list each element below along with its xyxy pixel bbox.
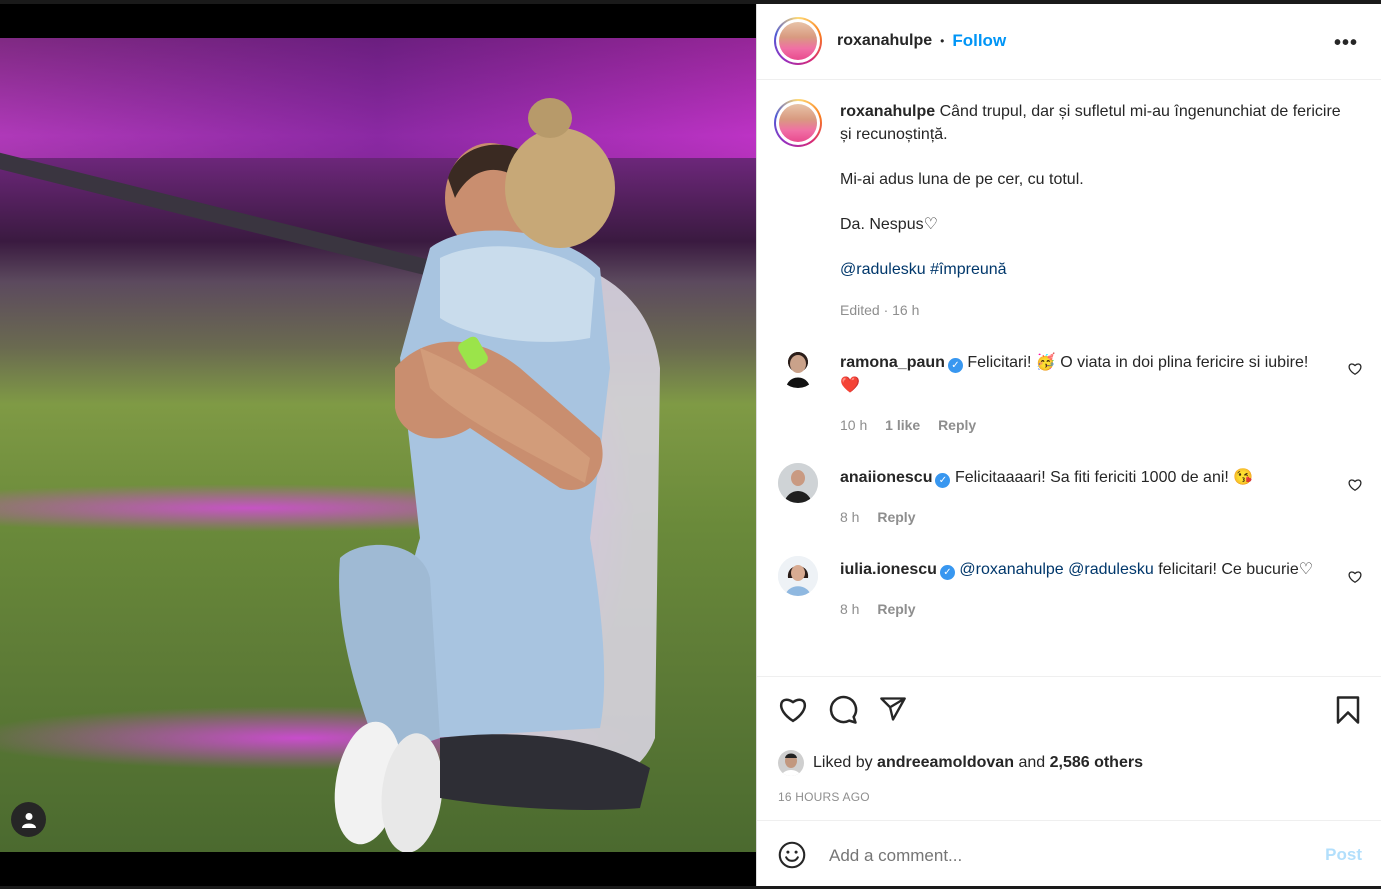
comment-icon[interactable] — [828, 695, 858, 725]
avatar-image — [778, 556, 818, 596]
caption-hashtag[interactable]: #împreună — [930, 261, 1007, 278]
post-actions: Liked by andreeamoldovan and 2,586 other… — [757, 676, 1381, 822]
verified-icon: ✓ — [935, 473, 951, 488]
caption-line-2: Mi-ai adus luna de pe cer, cu totul. — [840, 171, 1084, 188]
heart-icon[interactable] — [778, 695, 808, 723]
share-icon[interactable] — [878, 695, 908, 723]
user-tag-button[interactable] — [11, 802, 46, 837]
comment-username[interactable]: iulia.ionescu — [840, 561, 937, 578]
user-tag-icon — [21, 812, 36, 828]
couple-figure — [334, 98, 660, 852]
liker-username[interactable]: andreeamoldovan — [877, 754, 1014, 771]
caption-line-3: Da. Nespus♡ — [840, 216, 938, 233]
heart-icon[interactable] — [1348, 570, 1362, 584]
comment: iulia.ionescu ✓ @roxanahulpe @radulesku f… — [840, 558, 1320, 621]
likes-prefix: Liked by — [813, 754, 873, 771]
avatar-image — [778, 463, 818, 503]
caption-mention[interactable]: @radulesku — [840, 261, 926, 278]
reply-button[interactable]: Reply — [938, 417, 976, 433]
comment-likes[interactable]: 1 like — [885, 417, 920, 433]
post-timestamp[interactable]: 16 HOURS AGO — [778, 790, 870, 804]
likes-summary: Liked by andreeamoldovan and 2,586 other… — [813, 754, 1143, 772]
emoji-icon[interactable] — [778, 841, 806, 869]
bookmark-icon[interactable] — [1335, 695, 1361, 725]
commenter-avatar[interactable] — [778, 463, 818, 503]
verified-icon: ✓ — [939, 565, 955, 580]
add-comment-bar: Post — [757, 820, 1381, 887]
commenter-avatar[interactable] — [778, 556, 818, 596]
post-photo[interactable] — [0, 38, 756, 852]
comment-time: 10 h — [840, 417, 868, 433]
likes-and: and — [1018, 754, 1046, 771]
comment-username[interactable]: ramona_paun — [840, 354, 945, 371]
reply-button[interactable]: Reply — [877, 601, 915, 617]
heart-icon[interactable] — [1348, 362, 1362, 376]
comment-mention[interactable]: @radulesku — [1068, 561, 1154, 578]
caption-username[interactable]: roxanahulpe — [840, 103, 935, 120]
reply-button[interactable]: Reply — [877, 509, 915, 525]
author-username[interactable]: roxanahulpe — [837, 32, 932, 50]
follow-button[interactable]: Follow — [952, 31, 1006, 51]
comment-time: 8 h — [840, 601, 860, 617]
caption-author-avatar[interactable] — [774, 99, 822, 147]
post-button[interactable]: Post — [1325, 845, 1362, 865]
avatar-image — [786, 355, 810, 388]
post-details-panel: roxanahulpe • Follow ••• roxanahulpe Cân… — [756, 4, 1381, 886]
heart-icon[interactable] — [1348, 478, 1362, 492]
caption: roxanahulpe Când trupul, dar și sufletul… — [840, 100, 1350, 322]
comment: ramona_paun ✓ Felicitari! 🥳 O viata in do… — [840, 351, 1330, 437]
post-header: roxanahulpe • Follow ••• — [757, 4, 1381, 80]
comment-mention[interactable]: @roxanahulpe — [959, 561, 1063, 578]
comment-time: 8 h — [840, 509, 860, 525]
separator-dot: • — [940, 34, 945, 48]
avatar-image — [781, 753, 801, 776]
comment-text: Felicitaaaari! Sa fiti fericiti 1000 de … — [954, 469, 1254, 486]
comment-text: felicitari! Ce bucurie♡ — [1158, 561, 1314, 578]
caption-meta: Edited · 16 h — [840, 302, 920, 318]
comment-input[interactable] — [827, 843, 1301, 869]
likes-others[interactable]: 2,586 others — [1050, 754, 1143, 771]
verified-icon: ✓ — [947, 358, 963, 373]
liker-avatar[interactable] — [778, 750, 804, 776]
comment-username[interactable]: anaiionescu — [840, 469, 932, 486]
author-avatar[interactable] — [774, 17, 822, 65]
commenter-avatar[interactable] — [778, 348, 818, 388]
more-icon[interactable]: ••• — [1334, 32, 1358, 55]
comments-scroll-area[interactable]: roxanahulpe Când trupul, dar și sufletul… — [757, 80, 1381, 676]
comment: anaiionescu ✓ Felicitaaaari! Sa fiti feri… — [840, 466, 1330, 529]
